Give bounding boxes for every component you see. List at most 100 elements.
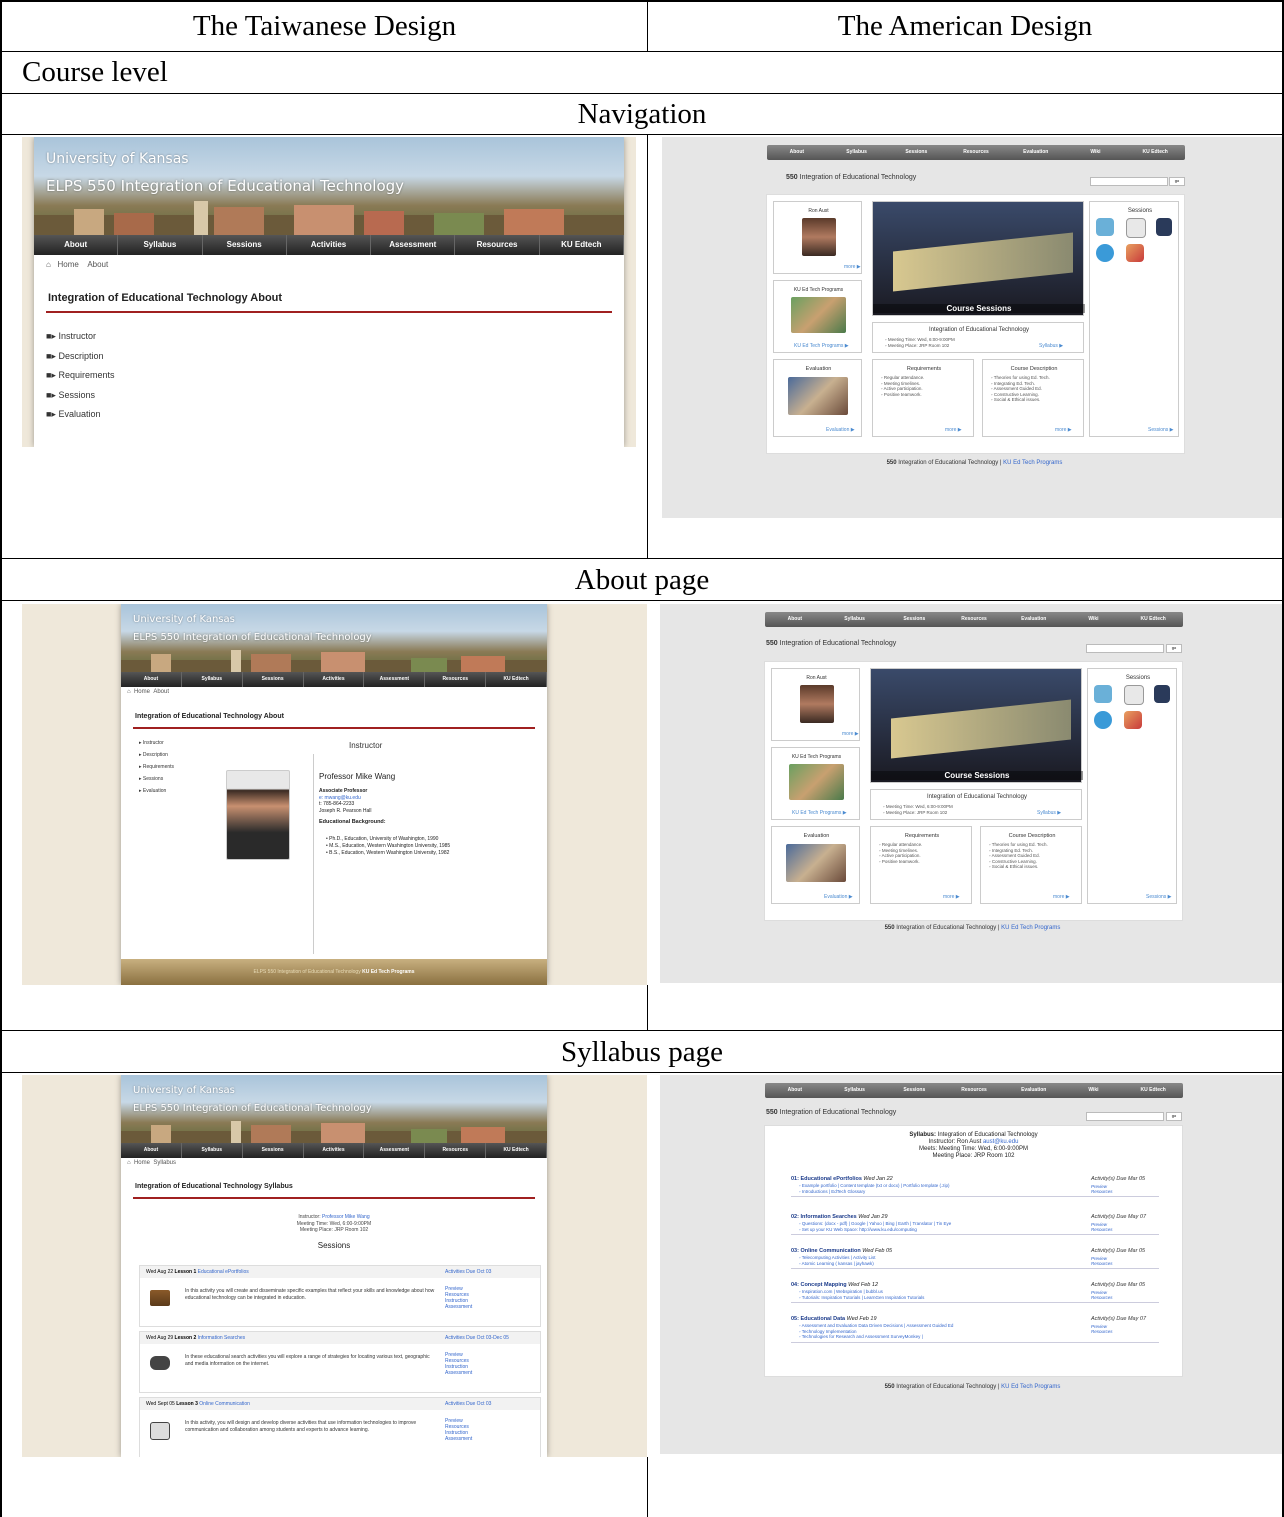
am-nav-sessions[interactable]: Sessions <box>884 612 944 627</box>
side-item-requirements[interactable]: ■▸ Requirements <box>46 366 115 386</box>
tw-nav-sessions[interactable]: Sessions <box>243 1143 304 1158</box>
side-item-description[interactable]: ■▸ Description <box>46 347 115 367</box>
tw-nav-about[interactable]: About <box>121 1143 182 1158</box>
side-item-instructor[interactable]: ■▸ Instructor <box>46 327 115 347</box>
tw-nav-activities[interactable]: Activities <box>304 672 365 687</box>
am-nav-ku-edtech[interactable]: KU Edtech <box>1125 145 1185 160</box>
tw-nav-activities[interactable]: Activities <box>304 1143 365 1158</box>
am-requirements-more[interactable]: more ▶ <box>945 427 962 433</box>
tw-nav-sessions[interactable]: Sessions <box>243 672 304 687</box>
am-more-link[interactable]: more ▶ <box>844 264 861 270</box>
am-nav-syllabus[interactable]: Syllabus <box>825 612 885 627</box>
side-item-sessions[interactable]: ■▸ Sessions <box>46 386 115 406</box>
am-email-link[interactable]: aust@ku.edu <box>983 1139 1018 1145</box>
am-evaluation-link[interactable]: Evaluation ▶ <box>824 894 853 900</box>
home-icon[interactable]: ⌂ <box>127 689 131 695</box>
am-programs-link[interactable]: KU Ed Tech Programs ▶ <box>792 810 847 816</box>
am-footer-link[interactable]: KU Ed Tech Programs <box>1003 460 1062 466</box>
am-nav-syllabus[interactable]: Syllabus <box>825 1083 885 1098</box>
crumb-about[interactable]: About <box>87 260 108 269</box>
am-session-links[interactable]: Preview Resources <box>1091 1290 1113 1300</box>
tw-nav-ku-edtech[interactable]: KU Edtech <box>486 1143 547 1158</box>
am-nav-evaluation[interactable]: Evaluation <box>1004 612 1064 627</box>
am-nav-about[interactable]: About <box>767 145 827 160</box>
tw-nav-ku-edtech[interactable]: KU Edtech <box>540 235 624 255</box>
side-item-evaluation[interactable]: ▸ Evaluation <box>139 785 174 797</box>
tw-nav-assessment[interactable]: Assessment <box>371 235 456 255</box>
side-item-sessions[interactable]: ▸ Sessions <box>139 773 174 785</box>
side-item-description[interactable]: ▸ Description <box>139 749 174 761</box>
crumb-home[interactable]: Home <box>134 1160 150 1166</box>
tw-nav-assessment[interactable]: Assessment <box>364 1143 426 1158</box>
tw-lesson-topic-link[interactable]: Information Searches <box>198 1335 246 1341</box>
am-session-links[interactable]: Preview Resources <box>1091 1324 1113 1334</box>
am-session-links[interactable]: Preview Resources <box>1091 1256 1113 1266</box>
am-search-go[interactable]: go <box>1166 644 1182 653</box>
am-session-links[interactable]: Preview Resources <box>1091 1222 1113 1232</box>
tw-lesson-due-link[interactable]: Activities Due Oct 03 <box>445 1266 491 1278</box>
am-sessions-link[interactable]: Sessions ▶ <box>1146 894 1172 900</box>
tw-lesson-topic-link[interactable]: Online Communication <box>199 1401 250 1407</box>
book-icon[interactable] <box>1096 218 1114 236</box>
chart-icon[interactable] <box>1126 244 1144 262</box>
tw-lesson-links[interactable]: Preview Resources Instruction Assessment <box>445 1418 472 1442</box>
tw-nav-resources[interactable]: Resources <box>425 1143 487 1158</box>
tw-nav-about[interactable]: About <box>121 672 182 687</box>
home-icon[interactable]: ⌂ <box>127 1160 131 1166</box>
tw-lesson-due-link[interactable]: Activities Due Oct 03 <box>445 1398 491 1410</box>
am-nav-wiki[interactable]: Wiki <box>1064 612 1124 627</box>
am-search-input[interactable] <box>1086 644 1164 653</box>
am-footer-link[interactable]: KU Ed Tech Programs <box>1001 925 1060 931</box>
am-syllabus-link[interactable]: Syllabus ▶ <box>1039 343 1063 349</box>
am-programs-link[interactable]: KU Ed Tech Programs ▶ <box>794 343 849 349</box>
tw-instructor-link[interactable]: Professor Mike Wang <box>322 1214 370 1220</box>
lightbulb-icon[interactable] <box>1096 244 1114 262</box>
am-requirements-more[interactable]: more ▶ <box>943 894 960 900</box>
am-more-link[interactable]: more ▶ <box>842 731 859 737</box>
lightbulb-icon[interactable] <box>1094 711 1112 729</box>
magnifier-icon[interactable] <box>1124 685 1144 705</box>
am-search-input[interactable] <box>1086 1112 1164 1121</box>
am-nav-wiki[interactable]: Wiki <box>1066 145 1126 160</box>
tw-nav-resources[interactable]: Resources <box>425 672 487 687</box>
tw-lesson-topic-link[interactable]: Educational ePortfolios <box>198 1269 249 1275</box>
tw-nav-activities[interactable]: Activities <box>287 235 372 255</box>
tw-nav-assessment[interactable]: Assessment <box>364 672 426 687</box>
tw-nav-syllabus[interactable]: Syllabus <box>118 235 203 255</box>
am-sessions-link[interactable]: Sessions ▶ <box>1148 427 1174 433</box>
am-nav-evaluation[interactable]: Evaluation <box>1006 145 1066 160</box>
tw-nav-ku-edtech[interactable]: KU Edtech <box>486 672 547 687</box>
am-nav-wiki[interactable]: Wiki <box>1064 1083 1124 1098</box>
chart-icon[interactable] <box>1124 711 1142 729</box>
am-description-more[interactable]: more ▶ <box>1055 427 1072 433</box>
side-item-evaluation[interactable]: ■▸ Evaluation <box>46 405 115 425</box>
tablet-icon[interactable] <box>1156 218 1172 236</box>
am-evaluation-link[interactable]: Evaluation ▶ <box>826 427 855 433</box>
tw-footer-link[interactable]: KU Ed Tech Programs <box>362 969 414 975</box>
magnifier-icon[interactable] <box>1126 218 1146 238</box>
am-description-more[interactable]: more ▶ <box>1053 894 1070 900</box>
am-search-input[interactable] <box>1090 177 1168 186</box>
am-nav-about[interactable]: About <box>765 612 825 627</box>
tablet-icon[interactable] <box>1154 685 1170 703</box>
tw-nav-about[interactable]: About <box>34 235 119 255</box>
side-item-requirements[interactable]: ▸ Requirements <box>139 761 174 773</box>
am-nav-sessions[interactable]: Sessions <box>886 145 946 160</box>
am-search-go[interactable]: go <box>1169 177 1185 186</box>
crumb-about[interactable]: About <box>153 689 169 695</box>
crumb-home[interactable]: Home <box>134 689 150 695</box>
am-nav-resources[interactable]: Resources <box>944 612 1004 627</box>
crumb-home[interactable]: Home <box>58 260 79 269</box>
tw-lesson-links[interactable]: Preview Resources Instruction Assessment <box>445 1286 472 1310</box>
tw-lesson-due-link[interactable]: Activities Due Oct 03-Dec 05 <box>445 1332 509 1344</box>
am-nav-ku-edtech[interactable]: KU Edtech <box>1123 1083 1183 1098</box>
am-nav-syllabus[interactable]: Syllabus <box>827 145 887 160</box>
am-nav-resources[interactable]: Resources <box>946 145 1006 160</box>
am-syllabus-link[interactable]: Syllabus ▶ <box>1037 810 1061 816</box>
am-nav-sessions[interactable]: Sessions <box>884 1083 944 1098</box>
am-session-item[interactable]: ◦ Technologies for Research and Assessme… <box>791 1334 1159 1340</box>
tw-nav-resources[interactable]: Resources <box>455 235 540 255</box>
crumb-syllabus[interactable]: Syllabus <box>153 1160 176 1166</box>
tw-lesson-links[interactable]: Preview Resources Instruction Assessment <box>445 1352 472 1376</box>
am-nav-about[interactable]: About <box>765 1083 825 1098</box>
